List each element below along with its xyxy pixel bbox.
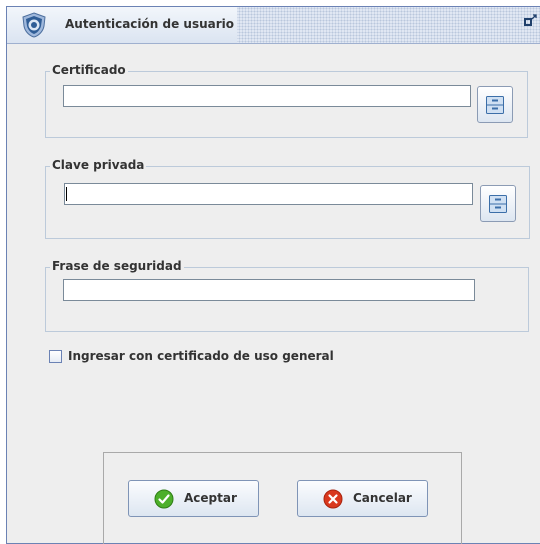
general-certificate-checkbox[interactable] [49,350,62,363]
accept-button[interactable]: Aceptar [128,480,259,517]
shield-icon [22,12,46,38]
certificado-browse-button[interactable] [477,86,513,123]
cancel-label: Cancelar [353,491,412,505]
button-panel: Aceptar Cancelar [103,452,462,544]
x-circle-icon [323,489,343,509]
certificado-group: Certificado [45,63,528,138]
auth-dialog: Autenticación de usuario Certificado Cla… [6,6,540,544]
general-certificate-label[interactable]: Ingresar con certificado de uso general [68,349,334,363]
frase-seguridad-input[interactable] [63,279,475,301]
text-caret [66,187,67,201]
file-cabinet-icon [489,195,507,213]
certificado-label: Certificado [50,63,128,77]
window-title: Autenticación de usuario [65,17,235,31]
file-cabinet-icon [486,96,504,114]
restore-window-icon[interactable] [524,13,538,27]
clave-privada-label: Clave privada [50,158,147,172]
title-bar[interactable]: Autenticación de usuario [7,7,540,44]
cancel-button[interactable]: Cancelar [297,480,428,517]
clave-privada-group: Clave privada [45,158,530,239]
frase-seguridad-group: Frase de seguridad [45,259,529,332]
clave-privada-browse-button[interactable] [480,185,516,222]
clave-privada-input[interactable] [64,183,473,205]
check-circle-icon [154,489,174,509]
certificado-input[interactable] [63,85,471,107]
accept-label: Aceptar [184,491,237,505]
frase-seguridad-label: Frase de seguridad [50,259,184,273]
